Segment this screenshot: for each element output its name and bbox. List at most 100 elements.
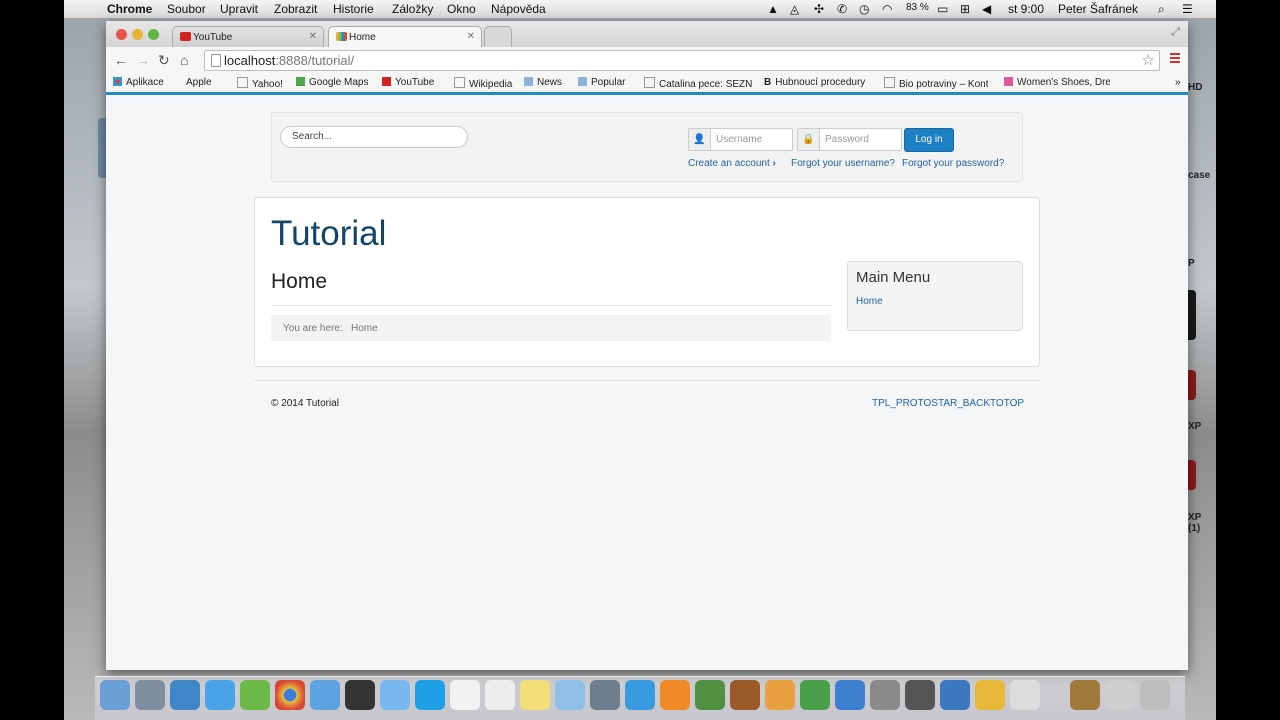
trash-icon[interactable] xyxy=(1140,680,1170,710)
menu-okno[interactable]: Okno xyxy=(447,2,476,16)
filezilla-icon[interactable] xyxy=(975,680,1005,710)
bookmarks-overflow-icon[interactable]: » xyxy=(1175,77,1181,88)
bookmark-apple[interactable]: Apple xyxy=(182,77,212,88)
wifi-icon[interactable]: ◠ xyxy=(882,2,892,16)
time-machine-icon[interactable]: ◷ xyxy=(859,2,869,16)
camera-icon[interactable] xyxy=(905,680,935,710)
tab-youtube-label: YouTube xyxy=(193,32,233,43)
xcode-icon[interactable] xyxy=(940,680,970,710)
bookmark-star-icon[interactable]: ☆ xyxy=(1142,51,1155,69)
menu-historie[interactable]: Historie xyxy=(333,2,374,16)
notes-icon[interactable] xyxy=(520,680,550,710)
close-tab-icon[interactable]: ✕ xyxy=(467,31,475,42)
address-bar[interactable]: localhost:8888/tutorial/ ☆ xyxy=(204,50,1160,71)
page-title: Home xyxy=(271,270,328,293)
site-brand[interactable]: Tutorial xyxy=(271,214,386,254)
forgot-password-link[interactable]: Forgot your password? xyxy=(902,158,1004,169)
search-input[interactable]: Search... xyxy=(280,126,468,148)
minimize-window-icon[interactable] xyxy=(132,29,143,40)
status-icon-a[interactable]: ▲ xyxy=(767,2,779,16)
calendar-icon[interactable] xyxy=(450,680,480,710)
bookmark-youtube[interactable]: YouTube xyxy=(382,77,434,88)
safari-icon[interactable] xyxy=(310,680,340,710)
forward-icon[interactable]: → xyxy=(136,52,150,68)
clock[interactable]: st 9:00 xyxy=(1008,2,1044,16)
desktop-label-hd: HD xyxy=(1188,82,1203,93)
chrome-icon[interactable] xyxy=(275,680,305,710)
bookmark-wikipedia[interactable]: Wikipedia xyxy=(454,77,512,90)
spotlight-icon[interactable]: ⌕ xyxy=(1158,2,1165,17)
address-url: localhost:8888/tutorial/ xyxy=(224,53,355,68)
password-field[interactable]: 🔒 Password xyxy=(797,128,902,151)
menu-zalozky[interactable]: Záložky xyxy=(392,2,433,16)
keynote-icon[interactable] xyxy=(835,680,865,710)
pages-icon[interactable] xyxy=(765,680,795,710)
close-tab-icon[interactable]: ✕ xyxy=(309,31,317,42)
bookmark-womens-shoes[interactable]: Women's Shoes, Dre xyxy=(1004,77,1110,88)
bookmark-folder-popular[interactable]: Popular xyxy=(578,77,625,88)
close-window-icon[interactable] xyxy=(116,29,127,40)
chrome-menu-icon[interactable] xyxy=(1170,53,1180,65)
numbers-icon[interactable] xyxy=(800,680,830,710)
preview-icon[interactable] xyxy=(555,680,585,710)
menu-app-name[interactable]: Chrome xyxy=(107,2,152,16)
launchpad-icon[interactable] xyxy=(135,680,165,710)
back-to-top-link[interactable]: TPL_PROTOSTAR_BACKTOTOP xyxy=(872,398,1024,409)
tab-youtube[interactable]: YouTube ✕ xyxy=(172,26,324,48)
create-account-link[interactable]: Create an account › xyxy=(688,158,776,169)
battery-percent[interactable]: 83 % xyxy=(906,2,929,13)
bookmark-bio-potraviny[interactable]: Bio potraviny – Kont xyxy=(884,77,988,90)
phone-icon[interactable]: ✆ xyxy=(837,2,847,16)
username-field[interactable]: 👤 Username xyxy=(688,128,793,151)
bookmark-apps[interactable]: Aplikace xyxy=(113,77,164,88)
reload-icon[interactable]: ↻ xyxy=(158,52,170,69)
garageband-icon[interactable] xyxy=(730,680,760,710)
itunes-icon[interactable] xyxy=(625,680,655,710)
volume-icon[interactable]: ◀ xyxy=(982,2,991,16)
bookmark-folder-news[interactable]: News xyxy=(524,77,562,88)
user-name[interactable]: Peter Šafránek xyxy=(1058,2,1138,16)
status-icon-crosshair[interactable]: ✣ xyxy=(814,2,824,16)
breadcrumb: You are here: Home xyxy=(271,315,831,341)
forgot-username-link[interactable]: Forgot your username? xyxy=(791,158,895,169)
menu-zobrazit[interactable]: Zobrazit xyxy=(274,2,317,16)
dock xyxy=(95,676,1185,720)
main-menu-item-home[interactable]: Home xyxy=(856,296,883,307)
menu-soubor[interactable]: Soubor xyxy=(167,2,206,16)
documents-stack-icon[interactable] xyxy=(1105,680,1135,710)
battery-icon[interactable]: ▭ xyxy=(937,2,948,16)
bookmark-catalina[interactable]: Catalina pece: SEZNA xyxy=(644,77,752,90)
messages-icon[interactable] xyxy=(380,680,410,710)
skype-icon[interactable] xyxy=(415,680,445,710)
bookmark-google-maps[interactable]: Google Maps xyxy=(296,77,368,88)
status-icon-drive[interactable]: ◬ xyxy=(790,2,799,16)
tab-home[interactable]: Home ✕ xyxy=(328,26,482,48)
sims-icon[interactable] xyxy=(240,680,270,710)
input-source-icon[interactable]: ⊞ xyxy=(960,2,970,16)
downloads-stack-icon[interactable] xyxy=(1070,680,1100,710)
fullscreen-icon[interactable]: ⤢ xyxy=(1171,26,1180,39)
home-icon[interactable]: ⌂ xyxy=(180,52,188,68)
desktop-label-xp: XP xyxy=(1188,421,1202,432)
reminders-icon[interactable] xyxy=(485,680,515,710)
iphoto-icon[interactable] xyxy=(695,680,725,710)
new-tab-button[interactable] xyxy=(484,26,512,48)
bookmark-yahoo[interactable]: Yahoo! xyxy=(237,77,283,90)
finder-icon[interactable] xyxy=(100,680,130,710)
lock-icon: 🔒 xyxy=(798,129,820,150)
dashboard-icon[interactable] xyxy=(170,680,200,710)
bookmark-hubnouci[interactable]: B Hubnoucí procedury xyxy=(764,77,870,88)
breadcrumb-prefix: You are here: xyxy=(283,323,343,334)
utility-icon[interactable] xyxy=(345,680,375,710)
back-icon[interactable]: ← xyxy=(114,52,128,68)
photo-booth-icon[interactable] xyxy=(590,680,620,710)
mamp-icon[interactable] xyxy=(1010,680,1040,710)
app-store-icon[interactable] xyxy=(205,680,235,710)
zoom-window-icon[interactable] xyxy=(148,29,159,40)
system-preferences-icon[interactable] xyxy=(870,680,900,710)
menu-napoveda[interactable]: Nápověda xyxy=(491,2,546,16)
notification-center-icon[interactable]: ☰ xyxy=(1182,2,1193,16)
ibooks-icon[interactable] xyxy=(660,680,690,710)
login-button[interactable]: Log in xyxy=(904,128,954,152)
menu-upravit[interactable]: Upravit xyxy=(220,2,258,16)
